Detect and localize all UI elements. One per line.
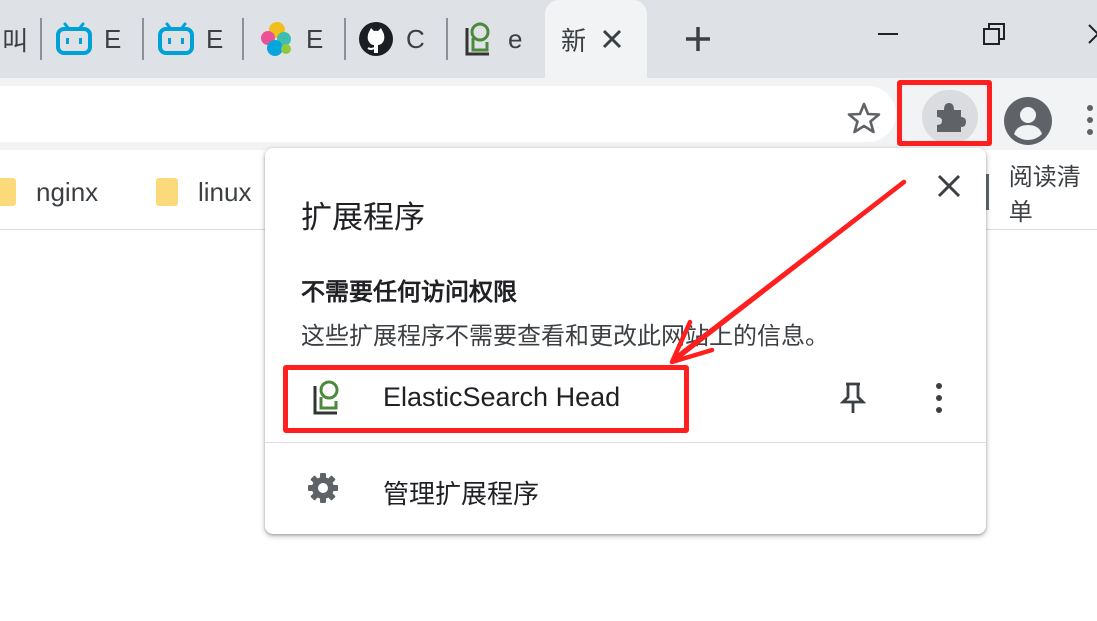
tab-4[interactable]: C <box>356 0 440 78</box>
tab-title: e <box>508 23 523 54</box>
tab-title: C <box>406 23 425 54</box>
tab-separator <box>242 18 244 60</box>
github-icon <box>356 19 396 59</box>
minimize-button[interactable] <box>866 12 910 56</box>
window-close-button[interactable] <box>1076 12 1097 56</box>
reading-list-button[interactable]: 阅读清单 <box>986 163 1097 226</box>
minimize-icon <box>878 33 898 35</box>
section-description: 这些扩展程序不需要查看和更改此网站上的信息。 <box>301 322 829 350</box>
tab-title: E <box>206 23 224 54</box>
bilibili-icon <box>156 19 196 59</box>
extension-item-highlight <box>283 365 689 433</box>
tab-separator <box>446 18 448 60</box>
plus-icon <box>686 27 710 51</box>
tab-1[interactable]: E <box>54 0 138 78</box>
new-tab-button[interactable] <box>676 17 720 61</box>
folder-icon <box>0 178 16 206</box>
tab-3[interactable]: E <box>256 0 340 78</box>
elastic-icon <box>256 19 296 59</box>
gear-icon <box>305 470 345 510</box>
manage-extensions-item[interactable]: 管理扩展程序 <box>265 458 986 520</box>
more-vert-icon <box>936 383 942 413</box>
tab-title: E <box>306 23 324 54</box>
more-vert-icon <box>1087 105 1093 135</box>
popup-close-button[interactable] <box>929 166 969 206</box>
tab-strip: 叫 E E E C e 新 <box>0 0 1097 78</box>
bilibili-icon <box>54 19 94 59</box>
browser-menu-button[interactable] <box>1080 100 1097 140</box>
tab-title: 叫 <box>2 25 29 56</box>
tab-separator <box>40 18 42 60</box>
address-bar[interactable] <box>0 86 896 142</box>
tab-separator <box>142 18 144 60</box>
reading-list-label: 阅读清单 <box>1008 163 1081 226</box>
reading-list-divider <box>986 174 989 210</box>
bookmark-folder-nginx[interactable]: nginx <box>0 172 98 212</box>
bookmark-star-button[interactable] <box>842 96 886 140</box>
elasticsearch-head-icon <box>458 19 498 59</box>
bookmark-label: linux <box>198 176 252 207</box>
tab-title: E <box>104 23 122 54</box>
tab-5[interactable]: e <box>458 0 542 78</box>
tab-title: 新 <box>561 25 585 56</box>
avatar-icon <box>1004 97 1052 145</box>
bookmark-label: nginx <box>36 176 99 207</box>
tab-0[interactable]: 叫 <box>0 0 40 78</box>
browser-window: 叫 E E E C e 新 nginx linux 阅读清单 扩展程序 不需要任… <box>0 0 1097 621</box>
bookmark-folder-linux[interactable]: linux <box>156 172 251 212</box>
pin-icon <box>840 382 866 413</box>
divider <box>265 442 986 443</box>
tab-2[interactable]: E <box>156 0 240 78</box>
pin-button[interactable] <box>833 378 873 418</box>
close-icon <box>1088 24 1097 44</box>
tab-close-icon[interactable] <box>599 26 625 52</box>
extensions-button-highlight <box>897 80 992 146</box>
tab-separator <box>344 18 346 60</box>
restore-button[interactable] <box>972 12 1016 56</box>
popup-title: 扩展程序 <box>301 200 425 236</box>
tab-6-active[interactable]: 新 <box>545 0 647 78</box>
section-heading: 不需要任何访问权限 <box>301 278 517 306</box>
profile-button[interactable] <box>1001 94 1055 148</box>
close-icon <box>937 174 961 198</box>
star-icon <box>847 102 881 134</box>
extension-more-button[interactable] <box>921 376 957 420</box>
extensions-menu: 扩展程序 不需要任何访问权限 这些扩展程序不需要查看和更改此网站上的信息。 El… <box>265 148 986 534</box>
manage-extensions-label: 管理扩展程序 <box>383 480 540 510</box>
restore-icon <box>983 23 1005 45</box>
folder-icon <box>156 178 178 206</box>
